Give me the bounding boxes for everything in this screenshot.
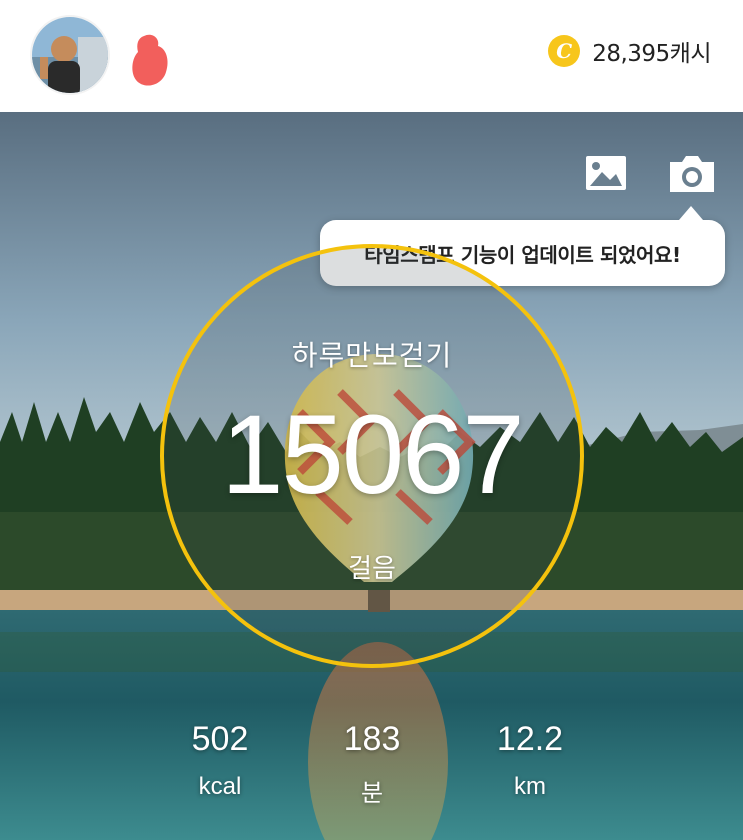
top-bar: C 28,395캐시 [0,0,743,112]
distance-value: 12.2 [496,720,564,758]
minutes-value: 183 [343,720,401,758]
calories-value: 502 [191,720,249,758]
distance-unit: km [514,773,546,800]
avatar[interactable] [30,15,110,95]
avatar-image [32,17,108,93]
hero-background: 타임스탬프 기능이 업데이트 되었어요! 하루만보걷기 15067 걸음 502… [0,112,743,840]
step-unit: 걸음 [348,554,396,584]
step-count: 15067 [221,392,524,517]
stat-calories: 502 kcal [150,720,290,801]
gallery-icon[interactable] [580,148,632,200]
challenge-title: 하루만보걷기 [291,339,453,372]
cash-balance[interactable]: C 28,395캐시 [548,34,711,68]
camera-icon[interactable] [666,148,718,200]
coin-icon: C [548,35,581,67]
calories-unit: kcal [198,773,242,800]
redacted-username [130,32,170,90]
stat-distance: 12.2 km [460,720,600,801]
minutes-unit: 분 [360,780,384,807]
cash-amount: 28,395캐시 [592,41,711,67]
stat-minutes: 183 분 [302,720,442,808]
